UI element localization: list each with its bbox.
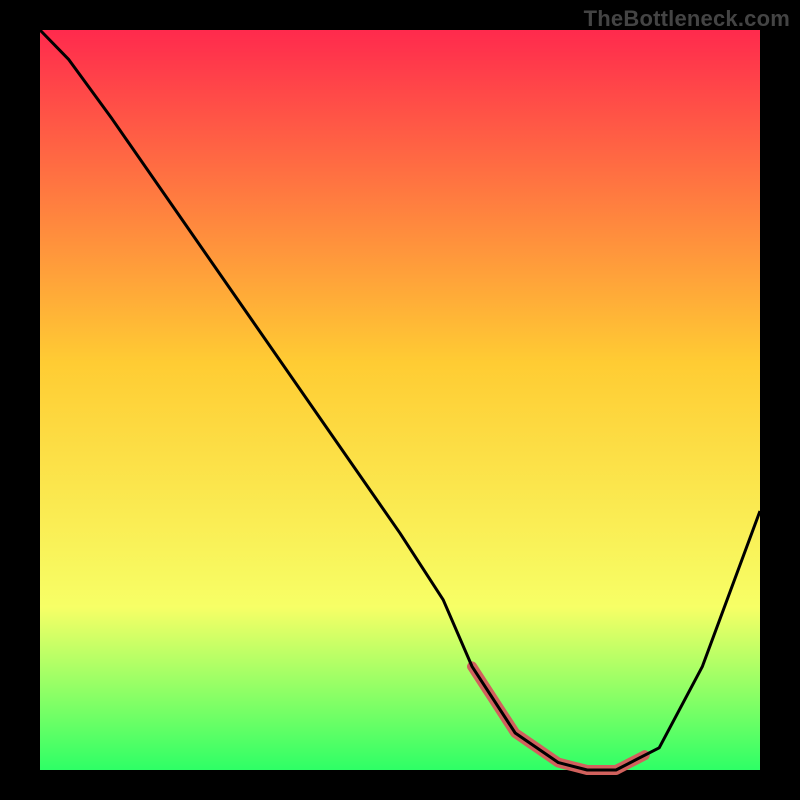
bottleneck-chart xyxy=(0,0,800,800)
watermark-text: TheBottleneck.com xyxy=(584,6,790,32)
plot-area xyxy=(40,30,760,770)
chart-stage: TheBottleneck.com xyxy=(0,0,800,800)
